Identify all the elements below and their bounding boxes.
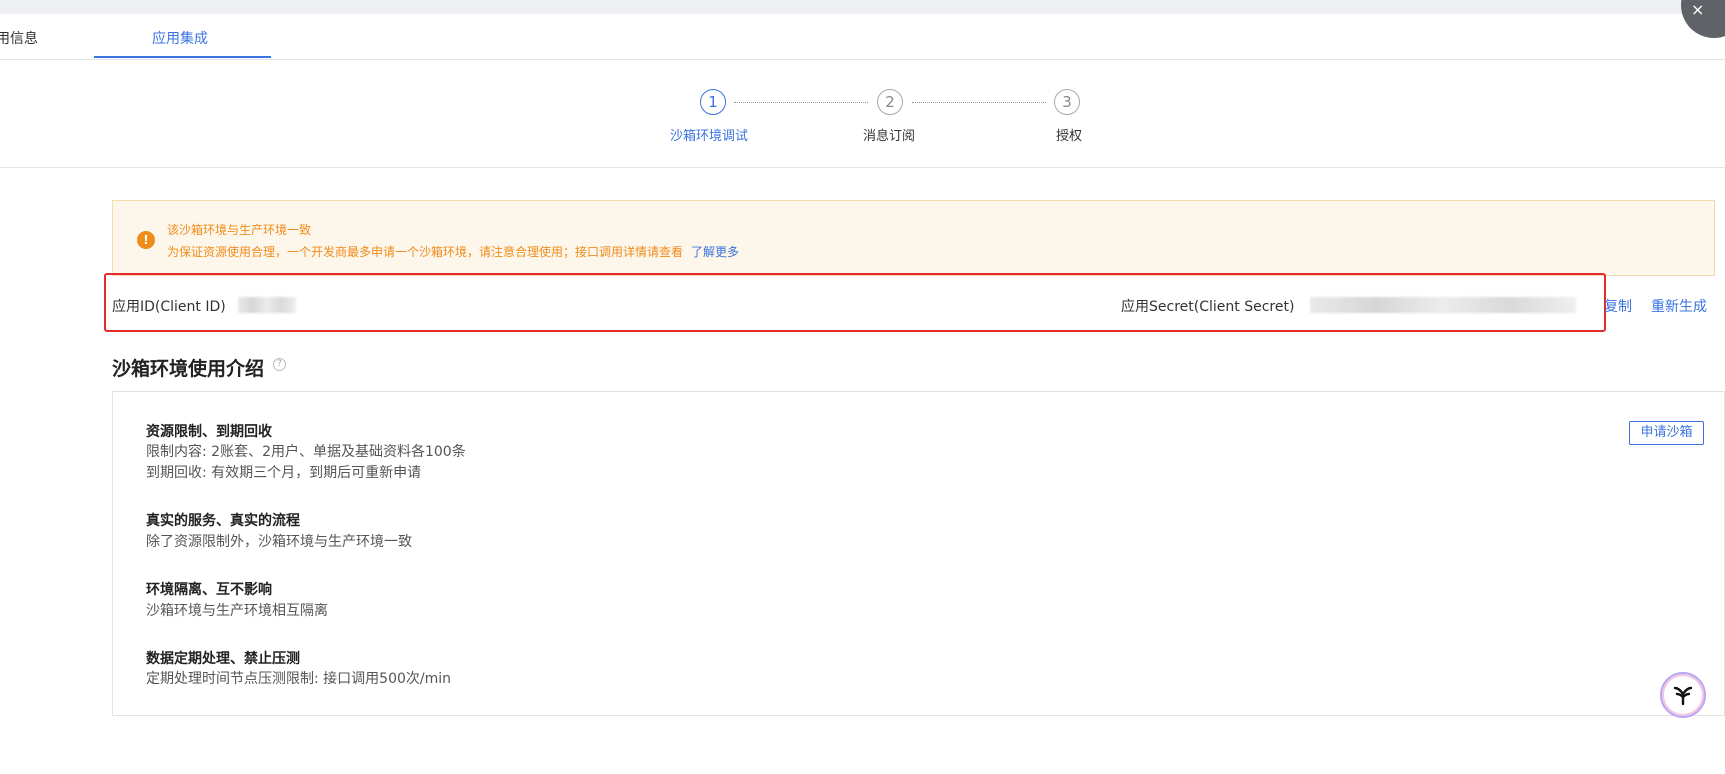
help-icon[interactable]: ? bbox=[273, 358, 286, 371]
assistant-float-button[interactable] bbox=[1660, 672, 1706, 718]
step-1-label: 沙箱环境调试 bbox=[670, 129, 749, 144]
intro-item-line: 沙箱环境与生产环境相互隔离 bbox=[146, 603, 328, 619]
active-tab-indicator bbox=[94, 56, 271, 58]
notice-text: 为保证资源使用合理，一个开发商最多申请一个沙箱环境，请注意合理使用；接口调用详情… bbox=[167, 243, 739, 260]
intro-item-title: 资源限制、到期回收 bbox=[146, 424, 272, 440]
assistant-logo-icon bbox=[1673, 686, 1693, 706]
sandbox-notice: ! 该沙箱环境与生产环境一致 为保证资源使用合理，一个开发商最多申请一个沙箱环境… bbox=[112, 200, 1715, 276]
apply-sandbox-button[interactable]: 申请沙箱 bbox=[1629, 421, 1704, 445]
learn-more-link[interactable]: 了解更多 bbox=[691, 245, 739, 259]
step-2-circle: 2 bbox=[877, 89, 903, 115]
intro-item-line: 定期处理时间节点压测限制: 接口调用500次/min bbox=[146, 671, 452, 687]
intro-item-line: 到期回收: 有效期三个月，到期后可重新申请 bbox=[146, 465, 422, 481]
intro-item-title: 环境隔离、互不影响 bbox=[146, 582, 272, 598]
client-id-label: 应用ID(Client ID) bbox=[112, 299, 226, 315]
top-strip bbox=[0, 0, 1725, 14]
notice-body: 为保证资源使用合理，一个开发商最多申请一个沙箱环境，请注意合理使用；接口调用详情… bbox=[167, 245, 684, 259]
client-id-value-redacted bbox=[238, 297, 296, 313]
regenerate-button[interactable]: 重新生成 bbox=[1651, 296, 1707, 316]
tab-bar: 用信息 应用集成 bbox=[0, 14, 1725, 60]
step-progress: 1 2 3 沙箱环境调试 消息订阅 授权 bbox=[0, 59, 1725, 168]
step-1-circle: 1 bbox=[700, 89, 726, 115]
tab-basic-info[interactable]: 用信息 bbox=[0, 28, 38, 48]
step-connector bbox=[734, 102, 868, 103]
client-secret-label: 应用Secret(Client Secret) bbox=[1121, 299, 1295, 315]
intro-item-line: 除了资源限制外，沙箱环境与生产环境一致 bbox=[146, 534, 412, 550]
warning-icon: ! bbox=[137, 231, 155, 249]
intro-item-title: 真实的服务、真实的流程 bbox=[146, 513, 300, 529]
tab-app-integration[interactable]: 应用集成 bbox=[152, 28, 208, 48]
section-title: 沙箱环境使用介绍 bbox=[112, 358, 265, 380]
step-3-label: 授权 bbox=[1056, 129, 1083, 144]
step-connector bbox=[912, 102, 1046, 103]
step-3-circle: 3 bbox=[1054, 89, 1080, 115]
notice-title: 该沙箱环境与生产环境一致 bbox=[167, 223, 312, 237]
intro-item-line: 限制内容: 2账套、2用户、单据及基础资料各100条 bbox=[146, 444, 466, 460]
intro-item-title: 数据定期处理、禁止压测 bbox=[146, 651, 300, 667]
client-secret-value-redacted bbox=[1310, 297, 1576, 313]
copy-button[interactable]: 复制 bbox=[1604, 296, 1632, 316]
step-2-label: 消息订阅 bbox=[863, 129, 916, 144]
